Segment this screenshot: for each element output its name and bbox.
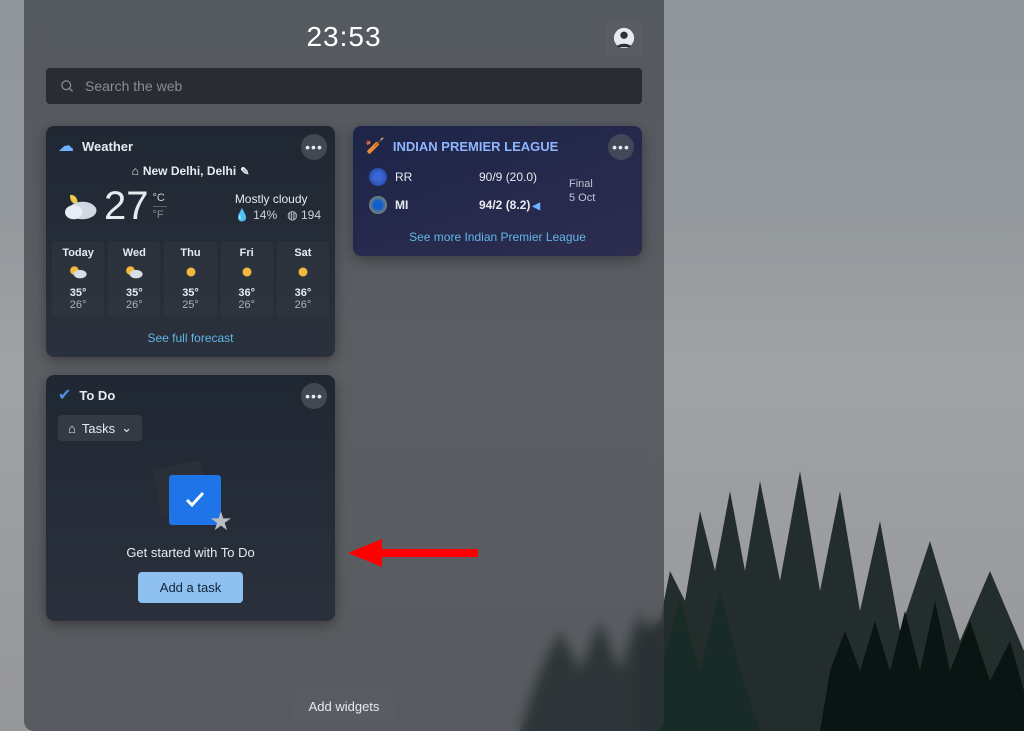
- team-abbr: RR: [395, 170, 412, 184]
- team-logo-rr: [369, 168, 387, 186]
- sports-widget: 🏏 INDIAN PREMIER LEAGUE ••• RR 90/9 (20.…: [353, 126, 642, 256]
- todo-more-button[interactable]: •••: [301, 383, 327, 409]
- match-date: 5 Oct: [569, 191, 619, 205]
- widgets-panel: 23:53 ☁ Weather ••• ⌂ New Delhi, Delhi: [24, 0, 664, 731]
- home-icon: ⌂: [132, 164, 139, 178]
- forecast-day-icon: [110, 263, 158, 281]
- forecast-low: 26°: [223, 299, 271, 311]
- forecast-day[interactable]: Today 35°26°: [52, 241, 104, 317]
- weather-widget: ☁ Weather ••• ⌂ New Delhi, Delhi ✎ 27: [46, 126, 335, 357]
- todo-widget: ✔ To Do ••• ⌂ Tasks ⌄ ★: [46, 375, 335, 621]
- forecast-low: 26°: [279, 299, 327, 311]
- weather-title: Weather: [82, 139, 133, 154]
- todo-subtitle: Get started with To Do: [58, 545, 323, 560]
- chevron-down-icon: ⌄: [121, 420, 132, 436]
- forecast-low: 25°: [166, 299, 214, 311]
- caret-icon: ◀: [532, 201, 540, 212]
- todo-illustration: ★: [151, 465, 231, 535]
- forecast-high: 35°: [54, 287, 102, 299]
- check-icon: [181, 488, 209, 512]
- search-bar[interactable]: [46, 68, 642, 104]
- edit-icon[interactable]: ✎: [240, 165, 249, 178]
- forecast-day-icon: [166, 263, 214, 281]
- search-input[interactable]: [85, 78, 628, 94]
- task-list-selector[interactable]: ⌂ Tasks ⌄: [58, 415, 142, 441]
- clock: 23:53: [306, 21, 381, 53]
- forecast-high: 36°: [223, 287, 271, 299]
- team-score: 90/9 (20.0): [479, 170, 569, 184]
- forecast-day-name: Thu: [166, 247, 214, 259]
- forecast-day[interactable]: Thu 35°25°: [164, 241, 216, 317]
- sport-icon: 🏏: [365, 136, 385, 156]
- forecast-day[interactable]: Fri 36°26°: [221, 241, 273, 317]
- forecast-high: 35°: [166, 287, 214, 299]
- forecast-high: 35°: [110, 287, 158, 299]
- forecast-day-icon: [279, 263, 327, 281]
- home-icon: ⌂: [68, 421, 76, 436]
- droplet-icon: 💧: [235, 208, 250, 222]
- forecast-day-name: Sat: [279, 247, 327, 259]
- unit-toggle[interactable]: °C °F: [153, 191, 167, 222]
- user-icon: [613, 27, 635, 49]
- forecast-day[interactable]: Wed 35°26°: [108, 241, 160, 317]
- see-more-sports-link[interactable]: See more Indian Premier League: [353, 222, 642, 256]
- match-status: Final: [569, 177, 619, 191]
- add-widgets-button[interactable]: Add widgets: [293, 692, 396, 721]
- current-temp: 27: [104, 184, 149, 229]
- forecast-day[interactable]: Sat 36°26°: [277, 241, 329, 317]
- weather-location[interactable]: ⌂ New Delhi, Delhi ✎: [46, 164, 335, 178]
- add-task-button[interactable]: Add a task: [138, 572, 243, 603]
- team-score: 94/2 (8.2): [479, 198, 530, 212]
- weather-more-button[interactable]: •••: [301, 134, 327, 160]
- forecast-day-icon: [54, 263, 102, 281]
- sports-title: INDIAN PREMIER LEAGUE: [393, 139, 558, 154]
- sports-more-button[interactable]: •••: [608, 134, 634, 160]
- partly-cloudy-night-icon: [58, 188, 100, 226]
- forecast-day-icon: [223, 263, 271, 281]
- see-full-forecast-link[interactable]: See full forecast: [46, 323, 335, 357]
- todo-title: To Do: [79, 388, 115, 403]
- match-row[interactable]: RR 90/9 (20.0) Final 5 Oct MI 94/2 (8.2)…: [353, 162, 642, 222]
- forecast-low: 26°: [110, 299, 158, 311]
- todo-icon: ✔: [58, 385, 71, 405]
- search-icon: [60, 79, 75, 94]
- weather-condition: Mostly cloudy: [235, 192, 321, 206]
- forecast-low: 26°: [54, 299, 102, 311]
- team-logo-mi: [369, 196, 387, 214]
- forecast-row: Today35°26°Wed35°26°Thu35°25°Fri36°26°Sa…: [46, 237, 335, 323]
- forecast-day-name: Wed: [110, 247, 158, 259]
- forecast-high: 36°: [279, 287, 327, 299]
- weather-icon: ☁: [58, 136, 74, 156]
- team-abbr: MI: [395, 198, 408, 212]
- aqi-icon: ◍: [287, 208, 297, 222]
- profile-button[interactable]: [606, 20, 642, 56]
- star-icon: ★: [209, 506, 232, 537]
- forecast-day-name: Today: [54, 247, 102, 259]
- forecast-day-name: Fri: [223, 247, 271, 259]
